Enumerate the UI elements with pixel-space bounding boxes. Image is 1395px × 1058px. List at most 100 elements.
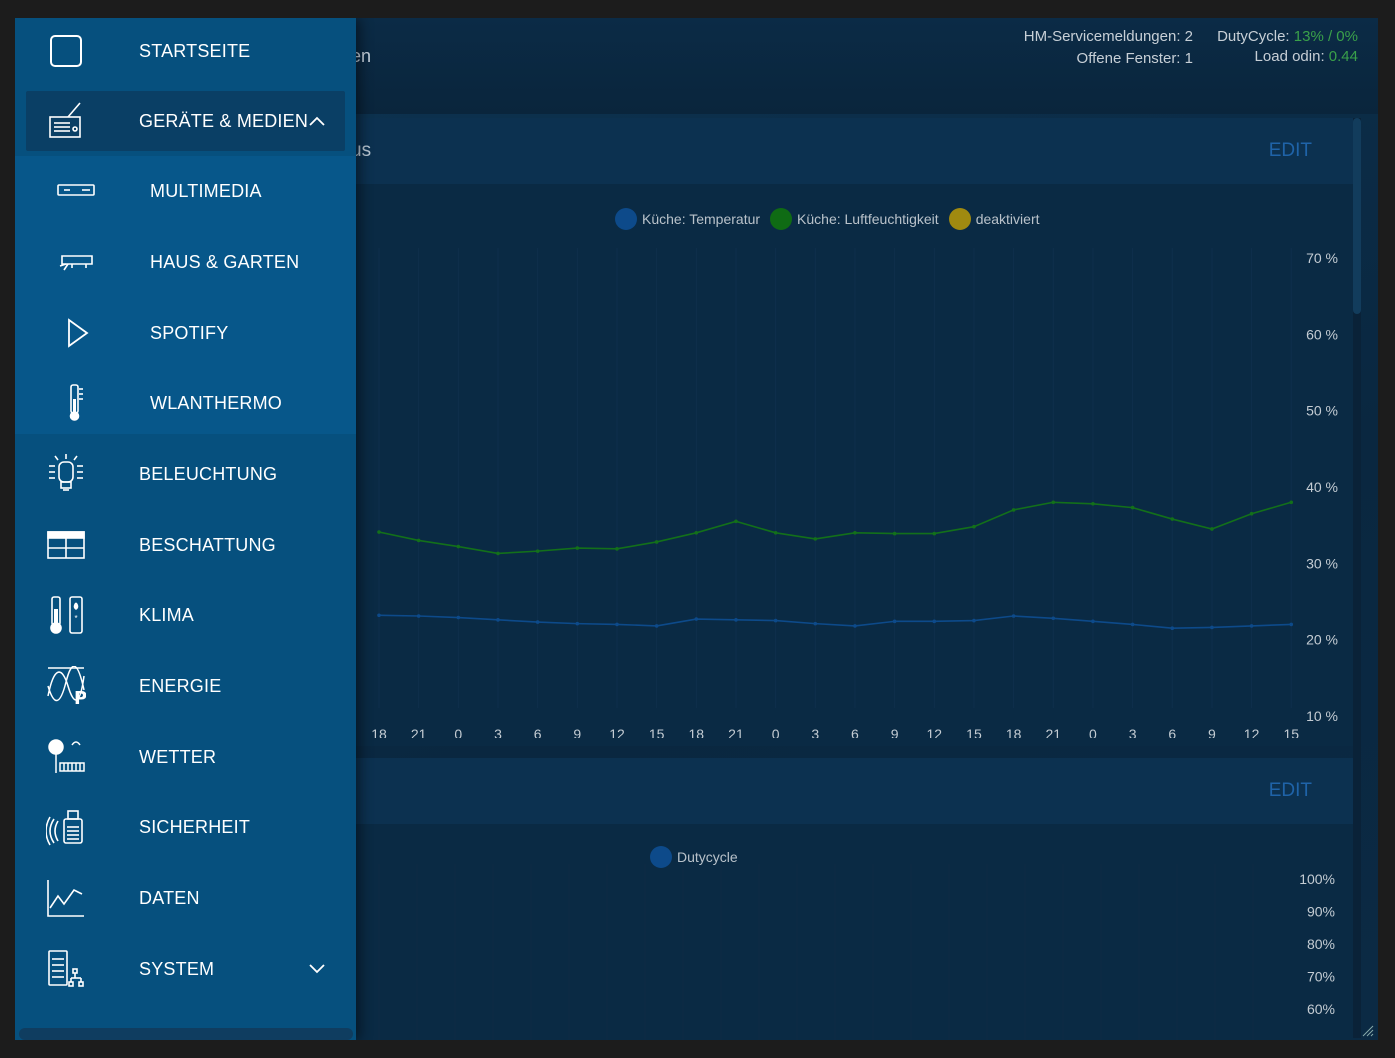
edit-button[interactable]: EDIT [1269,140,1312,162]
data-point [416,614,421,618]
data-point [853,624,857,628]
data-point [1091,619,1095,624]
dutycycle-status: DutyCycle: 13% / 0% [1217,28,1358,45]
data-point [972,618,976,623]
sidebar-item-beschattung[interactable]: BESCHATTUNG [15,510,356,580]
sidebar-item-system[interactable]: SYSTEM [15,934,356,1004]
x-tick-label: 21 [728,726,744,738]
svg-text:*: * [74,614,77,623]
load-label: Load odin: [1254,48,1325,65]
x-tick-label: 9 [573,726,581,738]
data-point [813,621,818,626]
sidebar-item-spotify[interactable]: SPOTIFY [15,298,356,368]
sidebar-item-label: KLIMA [139,604,195,625]
climate-line-chart: 18 21 0 3 6 9 12 15 18 21 0 3 6 9 12 15 18 21 0 3 6 9 12 15 70 %… [371,248,1338,738]
data-point [456,544,461,549]
sidebar: STARTSEITE GERÄTE & MEDIEN MULTIMEDIA HA… [15,18,356,1040]
chevron-up-icon[interactable] [307,111,327,131]
service-messages[interactable]: HM-Servicemeldungen: 2 [1024,28,1193,45]
app-window: en HM-Servicemeldungen: 2 Offene Fenster… [15,18,1378,1040]
y-tick-label: 30 % [1306,555,1338,571]
server-icon [45,948,87,990]
series-line [378,501,1292,555]
sidebar-item-label: SPOTIFY [150,322,229,343]
security-icon [45,806,87,848]
data-point [1130,505,1135,510]
sidebar-item-daten[interactable]: DATEN [15,863,356,933]
vacuum-robot-icon [55,241,97,283]
data-point [1051,616,1056,621]
data-point [615,622,619,627]
y-tick-label: 60% [1307,1001,1335,1017]
sidebar-item-label: WETTER [139,746,217,767]
data-point [615,547,619,551]
resize-handle-icon[interactable] [1362,1025,1374,1037]
sidebar-item-label: BESCHATTUNG [139,534,276,555]
y-tick-label: 40 % [1306,479,1338,495]
data-point [1289,622,1294,627]
sidebar-item-startseite[interactable]: STARTSEITE [15,18,356,86]
svg-text:P: P [74,688,86,706]
data-point [1210,527,1214,531]
x-tick-label: 21 [1045,726,1061,738]
data-point [456,615,461,620]
sidebar-item-wlanthermo[interactable]: WLANTHERMO [15,368,356,438]
data-point [575,621,580,626]
data-point [932,531,937,536]
x-tick-label: 18 [371,726,387,738]
x-tick-label: 12 [1244,726,1260,738]
data-point [575,546,580,550]
data-point [813,537,818,541]
data-point [1210,625,1214,630]
data-point [1011,614,1016,618]
sidebar-item-sicherheit[interactable]: SICHERHEIT [15,792,356,862]
sidebar-scrollbar[interactable] [19,1028,353,1040]
sidebar-item-haus-garten[interactable]: HAUS & GARTEN [15,227,356,297]
sidebar-item-label: ENERGIE [139,675,222,696]
x-tick-label: 0 [1089,726,1097,738]
data-point [734,618,738,622]
data-point [535,620,540,624]
sidebar-item-wetter[interactable]: WETTER [15,722,356,792]
data-point [377,613,381,618]
sidebar-item-beleuchtung[interactable]: BELEUCHTUNG [15,439,356,509]
data-point [377,530,381,534]
climate-icon: * [45,594,87,636]
sidebar-item-multimedia[interactable]: MULTIMEDIA [15,156,356,226]
x-tick-label: 18 [689,726,705,738]
data-point [535,549,540,553]
sidebar-item-energie[interactable]: P ENERGIE [15,651,356,721]
x-tick-label: 9 [891,726,899,738]
data-point [892,619,897,624]
y-tick-label: 100% [1299,871,1335,887]
edit-button[interactable]: EDIT [1269,780,1312,802]
sidebar-item-label: GERÄTE & MEDIEN [139,110,309,131]
data-point [734,519,738,524]
x-tick-label: 0 [454,726,462,738]
y-tick-label: 20 % [1306,632,1338,648]
sidebar-item-label: SICHERHEIT [139,816,251,837]
x-tick-label: 9 [1208,726,1216,738]
receiver-icon [55,170,97,212]
x-tick-label: 21 [411,726,427,738]
chevron-down-icon[interactable] [307,959,327,979]
data-point [694,531,699,535]
data-point [1289,500,1294,505]
scrollbar-thumb[interactable] [1353,118,1361,314]
data-point [892,531,897,536]
weather-icon [45,736,87,778]
sidebar-item-klima[interactable]: * KLIMA [15,580,356,650]
sidebar-item-label: DATEN [139,887,200,908]
data-point [1249,624,1254,628]
data-point [1091,501,1095,506]
data-point [1249,511,1254,516]
sidebar-item-geraete-medien[interactable]: GERÄTE & MEDIEN [15,86,356,156]
sidebar-item-label: STARTSEITE [139,40,251,61]
dutycycle-value: 13% / 0% [1293,28,1358,45]
x-tick-label: 15 [1283,726,1299,738]
x-tick-label: 6 [1168,726,1176,738]
open-windows[interactable]: Offene Fenster: 1 [1077,50,1193,67]
load-status: Load odin: 0.44 [1255,48,1358,65]
x-tick-label: 3 [811,726,819,738]
sidebar-item-label: WLANTHERMO [150,392,282,413]
